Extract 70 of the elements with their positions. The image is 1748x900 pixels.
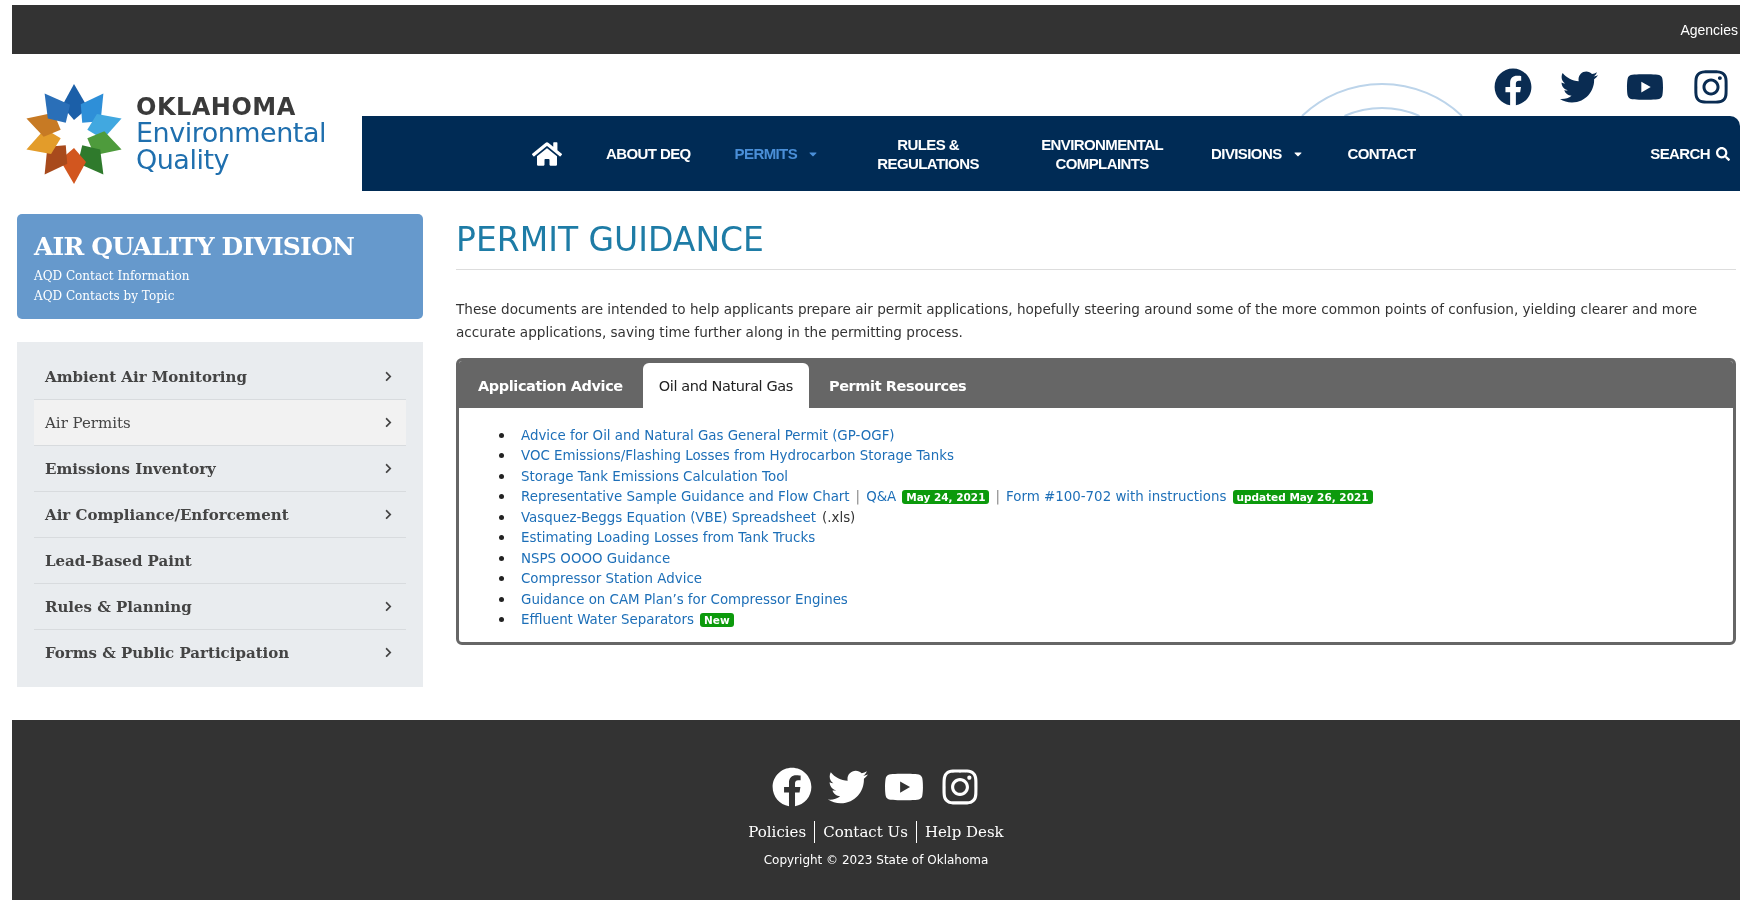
bullet-icon	[499, 473, 504, 479]
bullet-icon	[499, 494, 504, 500]
bullet-icon	[499, 453, 504, 459]
bullet-icon	[499, 432, 504, 438]
document-link[interactable]: Effluent Water Separators	[521, 612, 695, 628]
document-link[interactable]: Q&A	[866, 489, 897, 505]
social-link[interactable]	[1692, 68, 1730, 106]
nav-link[interactable]: PERMITS	[712, 144, 842, 163]
tab[interactable]: Permit Resources	[812, 363, 983, 408]
chevron-icon	[383, 647, 394, 658]
copyright-text: Copyright © 2023 State of Oklahoma	[763, 853, 989, 867]
sidebar-item[interactable]: Lead-Based Paint	[34, 538, 406, 584]
facebook-icon	[772, 767, 812, 807]
sidebar-item[interactable]: Emissions Inventory	[34, 446, 406, 492]
search-link[interactable]: SEARCH	[1650, 144, 1730, 163]
bullet-icon	[499, 617, 504, 623]
agencies-link[interactable]: Agencies	[1680, 21, 1740, 38]
chevron-icon	[383, 371, 394, 382]
link-separator: |	[995, 489, 1000, 505]
tab[interactable]: Application Advice	[462, 363, 639, 408]
status-badge: New	[700, 612, 734, 627]
sidebar-item[interactable]: Air Permits	[34, 400, 406, 446]
document-link[interactable]: Representative Sample Guidance and Flow Chart	[521, 489, 850, 505]
footer-link[interactable]: Policies	[740, 821, 815, 843]
bullet-icon	[499, 596, 504, 602]
document-link[interactable]: NSPS OOOO Guidance	[521, 550, 671, 566]
instagram-icon	[940, 767, 980, 807]
sidebar-item[interactable]: Air Compliance/Enforcement	[34, 492, 406, 538]
document-link[interactable]: Guidance on CAM Plan’s for Compressor Engines	[521, 591, 848, 607]
footer-link[interactable]: Contact Us	[814, 821, 916, 843]
logo-text: Quality	[136, 146, 230, 173]
social-link[interactable]	[940, 767, 980, 807]
bullet-icon	[499, 535, 504, 541]
logo-text: OKLAHOMA	[136, 95, 297, 119]
status-badge: updated May 26, 2021	[1232, 489, 1373, 504]
document-link[interactable]: Compressor Station Advice	[521, 571, 702, 587]
footer-link[interactable]: Help Desk	[915, 821, 1012, 843]
document-link[interactable]: Form #100-702 with instructions	[1006, 489, 1227, 505]
intro-text: These documents are intended to help applicants prepare air permit applications, hopefully steering around some of the more common points of confusion, yielding clearer and more accurate applications, saving time further along in the permitting process.	[456, 300, 1699, 342]
document-link[interactable]: VOC Emissions/Flashing Losses from Hydrocarbon Storage Tanks	[521, 448, 954, 464]
file-type-text: (.xls)	[822, 509, 856, 525]
nav-link[interactable]: DIVISIONS	[1189, 144, 1326, 163]
link-separator: |	[855, 489, 861, 505]
logo-text: Environmental	[136, 119, 326, 146]
chevron-icon	[383, 463, 394, 474]
social-link[interactable]	[1494, 68, 1532, 106]
chevron-icon	[383, 509, 394, 520]
document-link[interactable]: Storage Tank Emissions Calculation Tool	[521, 468, 789, 484]
sidebar-item[interactable]: Forms & Public Participation	[34, 630, 406, 675]
chevron-icon	[383, 417, 394, 428]
instagram-icon	[1692, 68, 1730, 106]
facebook-icon	[1494, 68, 1532, 106]
document-link[interactable]: Vasquez-Beggs Equation (VBE) Spreadsheet	[521, 509, 816, 525]
status-badge: May 24, 2021	[902, 489, 990, 504]
search-icon	[1716, 146, 1730, 161]
bullet-icon	[499, 555, 504, 561]
document-link[interactable]: Estimating Loading Losses from Tank Trucks	[521, 530, 816, 546]
social-link[interactable]	[772, 767, 812, 807]
bullet-icon	[499, 576, 504, 582]
document-link[interactable]: Advice for Oil and Natural Gas General Permit (GP-OGF)	[521, 427, 895, 443]
nav-link[interactable]: CONTACT	[1325, 144, 1438, 163]
nav-link[interactable]: ENVIRONMENTAL COMPLAINTS	[1015, 134, 1190, 173]
chevron-icon	[383, 601, 394, 612]
nav-link[interactable]: ABOUT DEQ	[584, 144, 713, 163]
division-title: AIR QUALITY DIVISION	[34, 232, 356, 261]
nav-link[interactable]: RULES & REGULATIONS	[841, 134, 1016, 173]
page-title: PERMIT GUIDANCE	[456, 220, 1736, 270]
tab[interactable]: Oil and Natural Gas	[642, 363, 809, 408]
bullet-icon	[499, 514, 504, 520]
sidebar-item[interactable]: Rules & Planning	[34, 584, 406, 630]
